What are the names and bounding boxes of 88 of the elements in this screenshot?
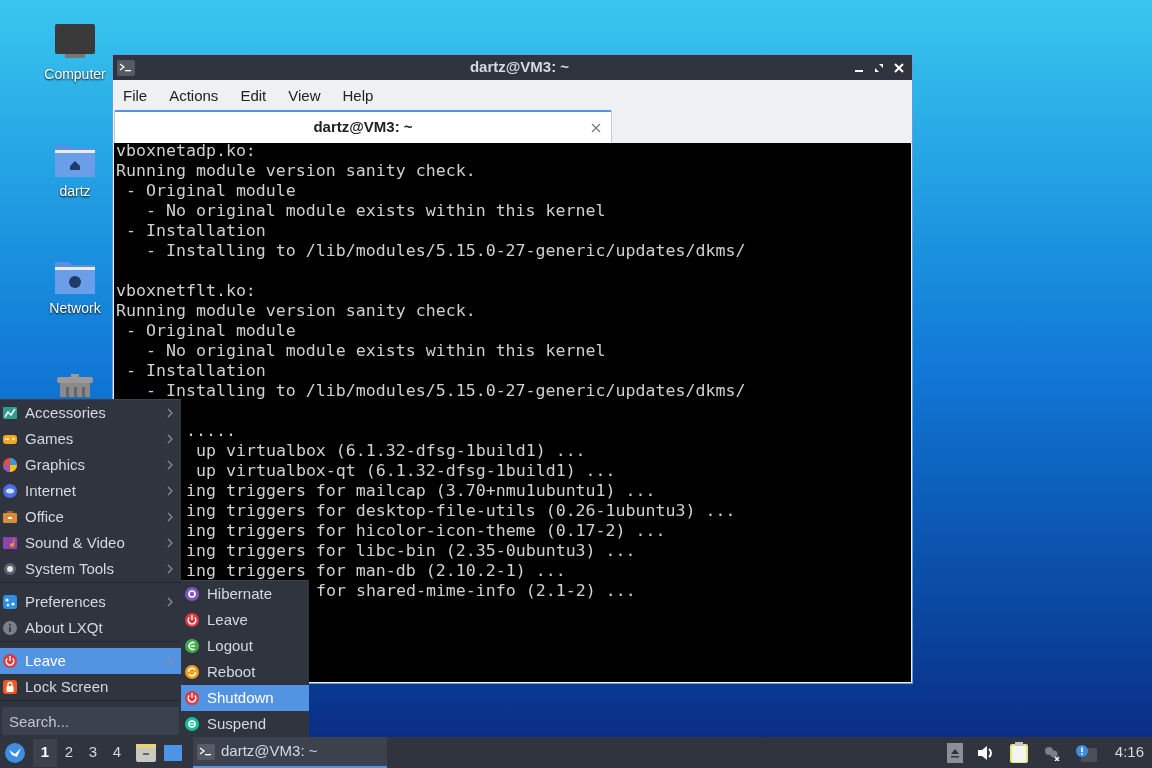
notification-icon[interactable] [1074,743,1097,762]
menu-entry[interactable]: Internet [0,478,181,504]
terminal-icon [197,743,215,760]
menu-entry[interactable]: Preferences [0,589,181,615]
terminal-line: Running module version sanity check. [116,163,476,179]
terminal-icon [117,59,135,76]
menu-entry[interactable]: Reboot [181,659,309,685]
workspace-button[interactable]: 3 [81,738,105,767]
menu-entry[interactable]: Logout [181,633,309,659]
maximize-icon[interactable] [874,62,884,73]
clock[interactable]: 4:16 [1114,741,1144,764]
menu-entry[interactable]: Accessories [0,400,181,426]
terminal-line: - Installing to /lib/modules/5.15.0-27-generic/updates/dkms/ [144,383,746,399]
terminal-line: - No original module exists within this kernel [144,343,606,359]
briefcase-icon [2,509,18,525]
workspace-button[interactable]: 1 [33,738,57,767]
chevron-right-icon [167,408,173,418]
ring-icon [184,586,200,602]
volume-icon[interactable] [976,744,995,761]
terminal-line: - Installation [125,223,266,239]
menu-entry[interactable]: Leave [181,607,309,633]
close-tab-icon[interactable] [591,122,601,133]
desktop-icon-label: Computer [44,65,106,84]
task-button[interactable]: dartz@VM3: ~ [193,737,387,768]
color-wheel-icon [2,457,18,473]
menu-entry[interactable]: About LXQt [0,615,181,641]
settings-icon [2,594,18,610]
terminal-line: - Installation [125,363,266,379]
desktop-icon[interactable] [163,743,183,762]
desktop-icon-label: dartz [59,182,91,201]
chevron-right-icon [167,564,173,574]
chart-icon [2,405,18,421]
menu-item[interactable]: File [117,83,154,109]
chevron-right-icon [167,597,173,607]
menu-item[interactable]: View [282,83,327,109]
lock-icon [2,679,18,695]
tab[interactable]: dartz@VM3: ~ [114,110,612,143]
menu-entry[interactable]: Sound & Video [0,530,181,556]
menu-entry[interactable]: Office [0,504,181,530]
network-disconnected-icon[interactable] [1042,744,1061,761]
chevron-right-icon [167,512,173,522]
terminal-line: ing triggers for man-db (2.10.2-1) ... [186,563,566,579]
menu-item[interactable]: Help [336,83,380,109]
terminal-line: up virtualbox (6.1.32-dfsg-1build1) ... [195,443,586,459]
search-field[interactable]: Search... [2,707,179,735]
power-icon [184,690,200,706]
terminal-line: up virtualbox-qt (6.1.32-dfsg-1build1) ... [195,463,616,479]
terminal-line: vboxnetflt.ko: [116,283,256,299]
chevron-right-icon [167,460,173,470]
menu-entry[interactable]: Hibernate [181,581,309,607]
chevron-right-icon [167,434,173,444]
menu-entry[interactable]: Games [0,426,181,452]
workspace-button[interactable]: 2 [57,738,81,767]
close-icon[interactable] [894,62,904,73]
terminal-line: - Original module [125,183,296,199]
terminal-line: ing triggers for mailcap (3.70+nmu1ubuntu1) ... [186,483,656,499]
menu-entry[interactable]: System Tools [0,556,181,582]
clipboard-icon[interactable] [1008,741,1029,764]
power-icon [2,653,18,669]
eject-icon[interactable] [946,742,963,763]
workspace-button[interactable]: 4 [105,738,129,767]
media-icon [2,535,18,551]
gear-icon [2,561,18,577]
terminal-line: ing triggers for hicolor-icon-theme (0.17-2) ... [186,523,666,539]
menu-entry[interactable]: Lock Screen [0,674,181,700]
chevron-right-icon [167,486,173,496]
terminal-line: - Original module [125,323,296,339]
terminal-line: Running module version sanity check. [116,303,476,319]
suspend-icon [184,716,200,732]
menu-item[interactable]: Actions [163,83,225,109]
terminal-line: vboxnetadp.ko: [116,143,256,159]
menu-entry[interactable]: Suspend [181,711,309,737]
terminal-line: - No original module exists within this kernel [144,203,606,219]
menu-item[interactable]: Edit [234,83,273,109]
menu-entry[interactable]: Graphics [0,452,181,478]
window-title: dartz@VM3: ~ [469,57,570,78]
desktop-icon-label: Network [49,299,101,318]
terminal-line: for shared-mime-info (2.1-2) ... [316,583,636,599]
power-icon [184,612,200,628]
chevron-right-icon [167,538,173,548]
reboot-icon [184,664,200,680]
terminal-line: ing triggers for desktop-file-utils (0.26-1ubuntu3) ... [186,503,736,519]
terminal-line: ing triggers for libc-bin (2.35-0ubuntu3) ... [186,543,636,559]
chevron-right-icon [167,656,173,666]
terminal-line: - Installing to /lib/modules/5.15.0-27-generic/updates/dkms/ [144,243,746,259]
logout-icon [184,638,200,654]
file-cabinet-icon[interactable] [135,742,157,763]
terminal-line: ..... [186,423,236,439]
